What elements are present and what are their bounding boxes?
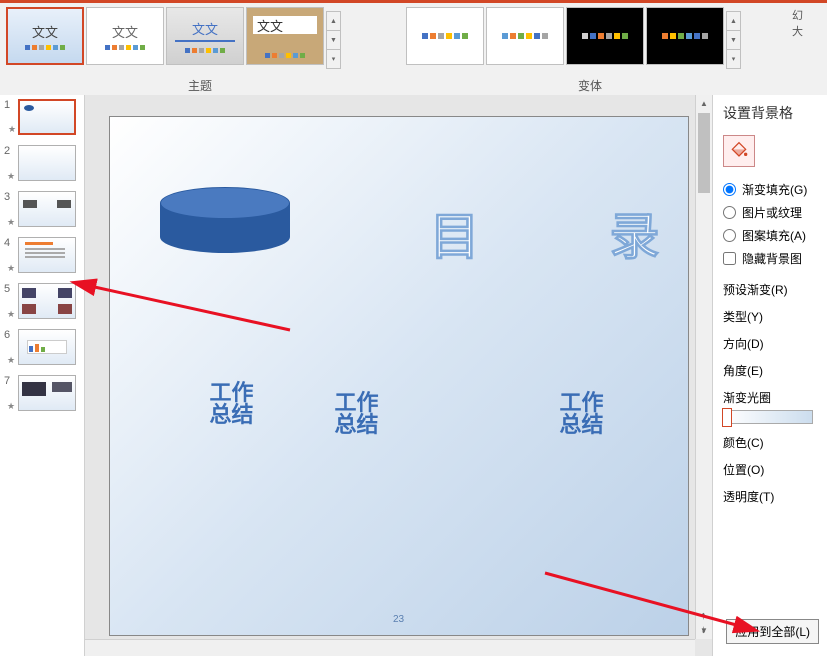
- slide-panel: 1 ★ 2 ★ 3 ★ 4: [0, 95, 85, 656]
- theme-thumb-4[interactable]: 文文: [246, 7, 324, 65]
- scroll-up-icon[interactable]: ▲: [696, 95, 712, 112]
- work-text-3[interactable]: 工作总结: [560, 392, 604, 436]
- transition-icon: ★: [7, 401, 15, 412]
- transition-icon: ★: [7, 263, 15, 274]
- work-text-2[interactable]: 工作总结: [335, 392, 379, 436]
- radio-picture-fill[interactable]: 图片或纹理: [723, 204, 823, 221]
- prev-slide-icon[interactable]: ⯭: [695, 611, 712, 625]
- field-transparency[interactable]: 透明度(T): [723, 488, 823, 505]
- variant-thumb-1[interactable]: [406, 7, 484, 65]
- variant-thumb-4[interactable]: [646, 7, 724, 65]
- gradient-stop-thumb[interactable]: [722, 408, 732, 427]
- radio-pattern-fill[interactable]: 图案填充(A): [723, 227, 823, 244]
- field-direction[interactable]: 方向(D): [723, 335, 823, 352]
- slide-thumb-4[interactable]: ★: [18, 237, 76, 273]
- next-slide-icon[interactable]: ⯯: [695, 625, 712, 639]
- gallery-down-icon[interactable]: ▼: [727, 31, 740, 50]
- scrollbar-thumb[interactable]: [698, 113, 710, 193]
- ribbon-right-controls: 幻 大: [788, 3, 807, 95]
- transition-icon: ★: [7, 217, 15, 228]
- apply-to-all-button[interactable]: 应用到全部(L): [726, 619, 819, 644]
- check-hide-background[interactable]: 隐藏背景图: [723, 250, 823, 267]
- theme-gallery-controls: ▲ ▼ ▾: [326, 11, 341, 69]
- theme-thumb-3[interactable]: 文文: [166, 7, 244, 65]
- cylinder-shape[interactable]: [160, 187, 290, 257]
- field-gradient-stops: 渐变光圈: [723, 389, 823, 424]
- gallery-more-icon[interactable]: ▾: [727, 50, 740, 68]
- radio-gradient-fill[interactable]: 渐变填充(G): [723, 181, 823, 198]
- slide-thumb-6[interactable]: ★: [18, 329, 76, 365]
- slide-thumb-2[interactable]: ★: [18, 145, 76, 181]
- slide-canvas[interactable]: 目 录 工作总结 工作总结 工作总结 23: [109, 116, 689, 636]
- slide-thumb-3[interactable]: ★: [18, 191, 76, 227]
- theme-thumb-1[interactable]: 文文: [6, 7, 84, 65]
- editor-area: 目 录 工作总结 工作总结 工作总结 23 ▲ ▼ ⯭ ⯯: [85, 95, 712, 656]
- format-background-pane: 设置背景格 渐变填充(G) 图片或纹理 图案填充(A) 隐藏背景图 预设渐变(R…: [712, 95, 827, 656]
- gallery-down-icon[interactable]: ▼: [327, 31, 340, 50]
- theme-label: 文文: [32, 22, 58, 41]
- gradient-slider[interactable]: [723, 410, 813, 424]
- radio-label: 图案填充(A): [742, 227, 806, 244]
- field-angle[interactable]: 角度(E): [723, 362, 823, 379]
- radio-label: 图片或纹理: [742, 204, 802, 221]
- field-type[interactable]: 类型(Y): [723, 308, 823, 325]
- theme-label: 文文: [192, 19, 218, 38]
- radio-input[interactable]: [723, 229, 736, 242]
- field-preset[interactable]: 预设渐变(R): [723, 281, 823, 298]
- gallery-more-icon[interactable]: ▾: [327, 50, 340, 68]
- radio-label: 渐变填充(G): [742, 181, 807, 198]
- field-position[interactable]: 位置(O): [723, 461, 823, 478]
- page-number: 23: [393, 614, 404, 625]
- theme-gallery: 文文 文文 文文 文文 ▲ ▼ ▾: [0, 3, 400, 73]
- main-area: 1 ★ 2 ★ 3 ★ 4: [0, 95, 827, 656]
- transition-icon: ★: [7, 309, 15, 320]
- variant-gallery-controls: ▲ ▼ ▾: [726, 11, 741, 69]
- checkbox-label: 隐藏背景图: [742, 250, 802, 267]
- checkbox-input[interactable]: [723, 252, 736, 265]
- vertical-scrollbar[interactable]: ▲ ▼: [695, 95, 712, 639]
- gallery-up-icon[interactable]: ▲: [327, 12, 340, 31]
- field-color[interactable]: 颜色(C): [723, 434, 823, 451]
- title-char-2[interactable]: 录: [610, 197, 660, 269]
- ribbon: 文文 文文 文文 文文 ▲ ▼ ▾: [0, 0, 827, 95]
- ribbon-right-label1: 幻: [792, 7, 803, 23]
- horizontal-scrollbar[interactable]: [85, 639, 695, 656]
- slide-thumb-7[interactable]: ★: [18, 375, 76, 411]
- radio-input[interactable]: [723, 183, 736, 196]
- gallery-up-icon[interactable]: ▲: [727, 12, 740, 31]
- ribbon-right-label2: 大: [792, 23, 803, 39]
- transition-icon: ★: [7, 171, 15, 182]
- pane-title: 设置背景格: [723, 103, 823, 123]
- transition-icon: ★: [7, 355, 15, 366]
- theme-label: 文文: [112, 22, 138, 41]
- variant-gallery: ▲ ▼ ▾: [400, 3, 780, 73]
- work-text-1[interactable]: 工作总结: [210, 382, 254, 426]
- variant-thumb-3[interactable]: [566, 7, 644, 65]
- theme-label: 文文: [257, 16, 283, 35]
- slide-thumb-5[interactable]: ★: [18, 283, 76, 319]
- title-char-1[interactable]: 目: [430, 197, 480, 269]
- theme-thumb-2[interactable]: 文文: [86, 7, 164, 65]
- fill-icon[interactable]: [723, 135, 755, 167]
- slide-thumb-1[interactable]: ★: [18, 99, 76, 135]
- variant-thumb-2[interactable]: [486, 7, 564, 65]
- transition-icon: ★: [8, 124, 16, 135]
- radio-input[interactable]: [723, 206, 736, 219]
